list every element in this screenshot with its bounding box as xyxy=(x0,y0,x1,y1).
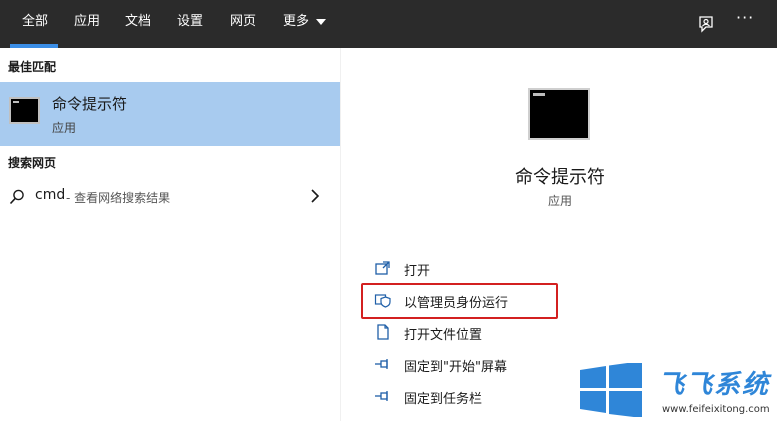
feedback-icon[interactable] xyxy=(696,14,716,34)
active-tab-indicator xyxy=(10,44,58,48)
tab-more[interactable]: 更多 xyxy=(283,0,309,48)
search-filter-bar: 全部 应用 文档 设置 网页 更多 ··· xyxy=(0,0,777,48)
cmd-icon xyxy=(9,97,40,124)
action-open-file-location-label: 打开文件位置 xyxy=(404,328,483,343)
web-search-hint: - 查看网络搜索结果 xyxy=(66,191,171,205)
tab-settings[interactable]: 设置 xyxy=(177,0,203,48)
action-pin-to-start-label: 固定到"开始"屏幕 xyxy=(404,360,507,375)
shield-admin-icon xyxy=(374,294,391,308)
web-search-query: cmd xyxy=(35,187,66,203)
search-icon xyxy=(9,189,24,205)
app-detail-title: 命令提示符 xyxy=(515,167,605,188)
action-pin-to-taskbar-label: 固定到任务栏 xyxy=(404,392,483,407)
watermark-brand: 飞飞系统 xyxy=(658,370,771,400)
watermark-url: www.feifeixitong.com xyxy=(662,404,770,415)
pin-icon xyxy=(375,391,388,401)
file-location-icon xyxy=(377,324,389,340)
best-match-subtitle: 应用 xyxy=(52,121,77,135)
best-match-title: 命令提示符 xyxy=(52,95,128,113)
web-search-heading: 搜索网页 xyxy=(8,156,57,170)
ellipsis-icon[interactable]: ··· xyxy=(736,8,754,27)
best-match-item[interactable]: 命令提示符 应用 xyxy=(0,82,340,146)
best-match-heading: 最佳匹配 xyxy=(8,60,57,74)
tab-web[interactable]: 网页 xyxy=(230,0,256,48)
action-pin-to-taskbar[interactable]: 固定到任务栏 xyxy=(362,380,558,412)
chevron-down-icon[interactable] xyxy=(316,19,326,25)
chevron-right-icon[interactable] xyxy=(310,188,320,204)
pin-icon xyxy=(375,359,388,369)
action-pin-to-start[interactable]: 固定到"开始"屏幕 xyxy=(362,348,558,380)
open-icon xyxy=(375,261,390,275)
tab-documents[interactable]: 文档 xyxy=(125,0,151,48)
tab-all[interactable]: 全部 xyxy=(22,0,48,48)
action-run-as-admin[interactable]: 以管理员身份运行 xyxy=(362,284,558,316)
tab-apps[interactable]: 应用 xyxy=(74,0,100,48)
action-run-as-admin-label: 以管理员身份运行 xyxy=(404,296,509,311)
action-open-label: 打开 xyxy=(404,264,431,279)
cmd-icon xyxy=(528,88,590,140)
app-detail-subtitle: 应用 xyxy=(547,194,572,208)
pane-divider xyxy=(340,48,341,421)
watermark: 飞飞系统 www.feifeixitong.com xyxy=(580,358,777,421)
action-open[interactable]: 打开 xyxy=(362,252,558,284)
web-search-result[interactable]: cmd - 查看网络搜索结果 xyxy=(0,182,340,212)
windows-logo-icon xyxy=(580,363,642,417)
action-open-file-location[interactable]: 打开文件位置 xyxy=(362,316,558,348)
